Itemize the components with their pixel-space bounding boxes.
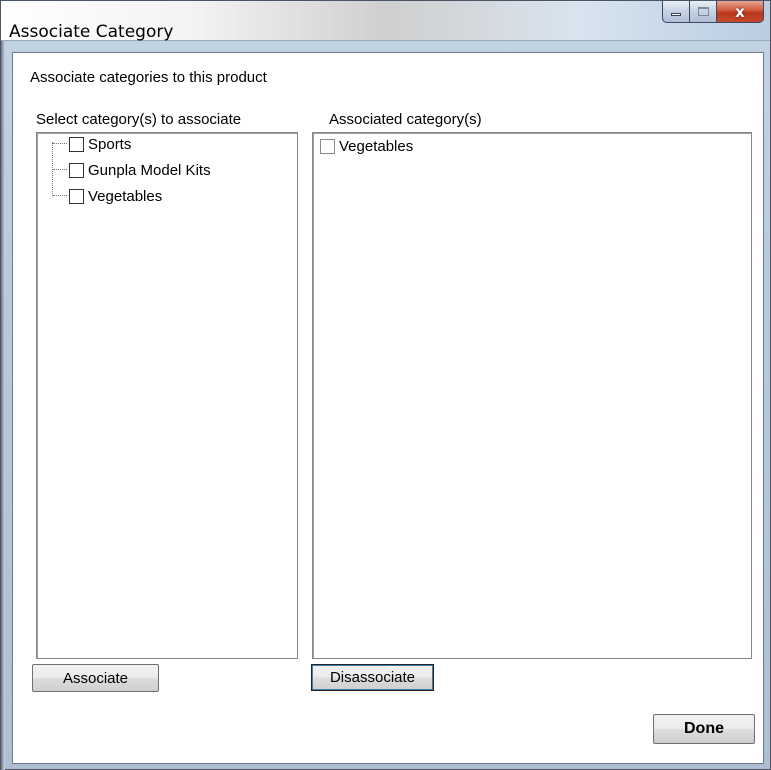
- minimize-icon: [671, 13, 681, 16]
- dialog-window: Associate Category x Associate categorie…: [0, 0, 771, 770]
- available-categories-tree[interactable]: Sports Gunpla Model Kits Vegetables: [36, 132, 298, 659]
- window-controls: x: [662, 1, 764, 23]
- tree-item-vegetables[interactable]: Vegetables: [69, 185, 162, 207]
- checkbox-icon[interactable]: [320, 138, 335, 154]
- close-button[interactable]: x: [717, 1, 764, 23]
- list-item-vegetables[interactable]: Vegetables: [320, 136, 413, 156]
- available-categories-label: Select category(s) to associate: [36, 111, 242, 128]
- checkbox-icon[interactable]: [69, 188, 84, 204]
- minimize-button[interactable]: [662, 1, 690, 23]
- close-icon: x: [735, 2, 745, 21]
- checkbox-icon[interactable]: [69, 136, 84, 152]
- tree-item-label: Gunpla Model Kits: [88, 161, 211, 179]
- tree-branch-line: [53, 195, 67, 196]
- tree-item-sports[interactable]: Sports: [69, 133, 131, 155]
- checkbox-icon[interactable]: [69, 162, 84, 178]
- title-bar[interactable]: Associate Category x: [1, 1, 770, 42]
- dialog-instructions: Associate categories to this product: [30, 69, 267, 86]
- tree-item-label: Vegetables: [88, 187, 163, 205]
- done-button[interactable]: Done: [653, 714, 755, 744]
- dialog-body: Associate categories to this product Sel…: [12, 52, 764, 764]
- associate-button[interactable]: Associate: [32, 664, 159, 692]
- maximize-icon: [697, 7, 709, 16]
- window-title: Associate Category: [9, 22, 174, 42]
- list-item-label: Vegetables: [339, 137, 414, 155]
- associated-categories-label: Associated category(s): [329, 111, 482, 128]
- tree-item-label: Sports: [88, 135, 132, 153]
- maximize-button: [690, 1, 717, 23]
- tree-branch-line: [53, 143, 67, 144]
- associated-categories-list[interactable]: Vegetables: [312, 132, 752, 659]
- window-frame-edge: [1, 41, 5, 770]
- tree-branch-line: [53, 169, 67, 170]
- tree-item-gunpla-model-kits[interactable]: Gunpla Model Kits: [69, 159, 211, 181]
- disassociate-button[interactable]: Disassociate: [311, 664, 434, 691]
